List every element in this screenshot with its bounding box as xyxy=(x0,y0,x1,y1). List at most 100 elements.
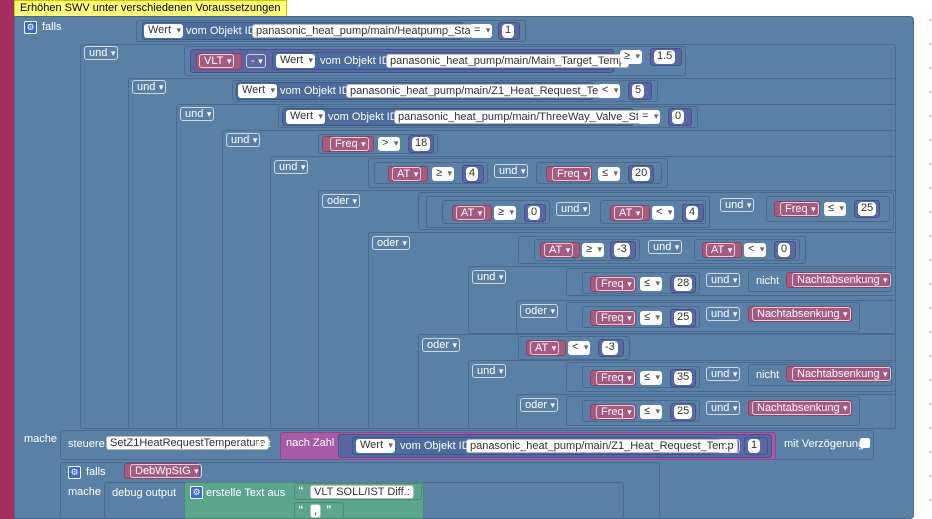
number-field[interactable]: 20 xyxy=(632,167,651,181)
var-at-dropdown[interactable]: AT xyxy=(706,243,736,257)
operator-dropdown[interactable]: ≥ xyxy=(494,206,517,220)
operator-dropdown[interactable]: ≤ xyxy=(640,405,663,419)
operator-dropdown[interactable]: ≤ xyxy=(598,167,621,181)
gear-icon[interactable]: ⚙ xyxy=(68,466,81,479)
number-field[interactable]: 28 xyxy=(674,277,693,291)
object-id-field[interactable]: panasonic_heat_pump/main/Heatpump_State xyxy=(252,24,484,38)
number-field[interactable]: 25 xyxy=(674,311,693,325)
wert-dropdown[interactable]: Wert xyxy=(144,24,184,38)
operator-dropdown[interactable]: > xyxy=(378,137,401,151)
and-dropdown-2[interactable]: und xyxy=(132,80,167,94)
var-freq-dropdown[interactable]: Freq xyxy=(596,277,635,291)
and-dropdown[interactable]: und xyxy=(494,164,529,178)
var-freq-dropdown[interactable]: Freq xyxy=(330,137,369,151)
operator-dropdown[interactable]: ≥ xyxy=(432,167,455,181)
object-id-field[interactable]: panasonic_heat_pump/main/Z1_Heat_Request… xyxy=(346,84,618,98)
or-dropdown-9a[interactable]: oder xyxy=(520,304,559,318)
minus-op-dropdown[interactable]: - xyxy=(246,54,266,68)
number-field[interactable]: 35 xyxy=(674,371,693,385)
delay-checkbox[interactable] xyxy=(860,438,870,448)
number-field[interactable]: 0 xyxy=(672,110,685,124)
and-dropdown-5[interactable]: und xyxy=(274,160,309,174)
number-field[interactable]: 0 xyxy=(778,243,791,257)
number-field[interactable]: 1.5 xyxy=(654,50,676,64)
wert-dropdown[interactable]: Wert xyxy=(286,110,326,124)
var-nachtabsenkung-dropdown[interactable]: Nachtabsenkung xyxy=(752,307,851,321)
operator-dropdown[interactable]: < xyxy=(744,243,767,257)
operator-dropdown[interactable]: = xyxy=(470,24,493,38)
and-dropdown-8a[interactable]: und xyxy=(472,270,507,284)
var-nachtabsenkung-dropdown[interactable]: Nachtabsenkung xyxy=(792,273,891,287)
and-dropdown[interactable]: und xyxy=(706,273,741,287)
operator-dropdown[interactable]: = xyxy=(638,110,661,124)
var-freq-dropdown[interactable]: Freq xyxy=(780,202,819,216)
mit-label: mit xyxy=(256,438,271,450)
var-freq-dropdown[interactable]: Freq xyxy=(552,167,591,181)
and-dropdown[interactable]: und xyxy=(706,367,741,381)
operator-dropdown[interactable]: ≤ xyxy=(824,202,847,216)
number-field[interactable]: 4 xyxy=(466,167,479,181)
object-id-field[interactable]: panasonic_heat_pump/main/Z1_Heat_Request… xyxy=(466,439,738,453)
device-field[interactable]: SetZ1HeatRequestTemperature xyxy=(106,436,270,450)
var-freq-dropdown[interactable]: Freq xyxy=(596,311,635,325)
and-dropdown[interactable]: und xyxy=(706,401,741,415)
gear-icon[interactable]: ⚙ xyxy=(190,486,203,499)
var-at-dropdown[interactable]: AT xyxy=(530,341,560,355)
operator-dropdown[interactable]: < xyxy=(568,341,591,355)
steuere-label: steuere xyxy=(68,438,105,450)
operator-dropdown[interactable]: ≤ xyxy=(640,277,663,291)
var-at-dropdown[interactable]: AT xyxy=(392,167,422,181)
number-field[interactable]: 4 xyxy=(686,206,699,220)
var-at-dropdown[interactable]: AT xyxy=(614,206,644,220)
object-id-field[interactable]: panasonic_heat_pump/main/ThreeWay_Valve_… xyxy=(394,110,659,124)
and-dropdown[interactable]: und xyxy=(706,307,741,321)
text-literal-field[interactable]: VLT SOLL/IST Diff.: xyxy=(310,485,414,499)
text-literal-field[interactable]: , xyxy=(310,504,322,518)
or-dropdown-10b[interactable]: oder xyxy=(520,398,559,412)
gear-icon[interactable]: ⚙ xyxy=(24,21,37,34)
number-field[interactable]: 0 xyxy=(528,206,541,220)
falls-label: falls xyxy=(42,21,62,33)
number-field[interactable]: 25 xyxy=(674,405,693,419)
wert-dropdown[interactable]: Wert xyxy=(276,54,316,68)
operator-dropdown[interactable]: < xyxy=(652,206,675,220)
number-field[interactable]: -3 xyxy=(602,341,618,355)
and-dropdown-9b[interactable]: und xyxy=(472,364,507,378)
wert-dropdown[interactable]: Wert xyxy=(238,84,278,98)
not-label: nicht xyxy=(756,275,780,287)
number-field[interactable]: 18 xyxy=(412,137,431,151)
operator-dropdown[interactable]: ≤ xyxy=(640,371,663,385)
operator-dropdown[interactable]: < xyxy=(598,84,621,98)
number-field[interactable]: 1 xyxy=(502,24,515,38)
plus-op-dropdown[interactable]: + xyxy=(718,439,741,453)
number-field[interactable]: 25 xyxy=(858,202,877,216)
number-field[interactable]: 5 xyxy=(632,84,645,98)
var-freq-dropdown[interactable]: Freq xyxy=(596,371,635,385)
or-dropdown-8[interactable]: oder xyxy=(422,338,461,352)
and-dropdown-4[interactable]: und xyxy=(226,133,261,147)
and-dropdown[interactable]: und xyxy=(648,240,683,254)
var-vlt-dropdown[interactable]: VLT xyxy=(199,54,235,68)
or-dropdown-7[interactable]: oder xyxy=(372,236,411,250)
vom-objekt-id-label: vom Objekt ID xyxy=(320,55,390,67)
and-dropdown-1[interactable]: und xyxy=(84,46,119,60)
wert-dropdown[interactable]: Wert xyxy=(356,439,396,453)
object-id-field[interactable]: panasonic_heat_pump/main/Main_Target_Tem… xyxy=(386,54,629,68)
operator-dropdown[interactable]: ≤ xyxy=(640,311,663,325)
var-at-dropdown[interactable]: AT xyxy=(456,206,486,220)
var-nachtabsenkung-dropdown[interactable]: Nachtabsenkung xyxy=(792,367,891,381)
debug-output-label: debug output xyxy=(112,487,177,499)
or-dropdown-6[interactable]: oder xyxy=(322,194,361,208)
var-at-dropdown[interactable]: AT xyxy=(544,243,574,257)
and-dropdown[interactable]: und xyxy=(556,202,591,216)
number-field[interactable]: 1 xyxy=(748,439,761,453)
and-dropdown-3[interactable]: und xyxy=(180,107,215,121)
operator-dropdown[interactable]: ≥ xyxy=(582,243,605,257)
not-label: nicht xyxy=(756,369,780,381)
var-freq-dropdown[interactable]: Freq xyxy=(596,405,635,419)
var-nachtabsenkung-dropdown[interactable]: Nachtabsenkung xyxy=(752,401,851,415)
number-field[interactable]: -3 xyxy=(614,243,630,257)
var-debwpstg-dropdown[interactable]: DebWpStG xyxy=(130,464,202,478)
operator-dropdown[interactable]: ≥ xyxy=(620,50,643,64)
and-dropdown[interactable]: und xyxy=(720,198,755,212)
